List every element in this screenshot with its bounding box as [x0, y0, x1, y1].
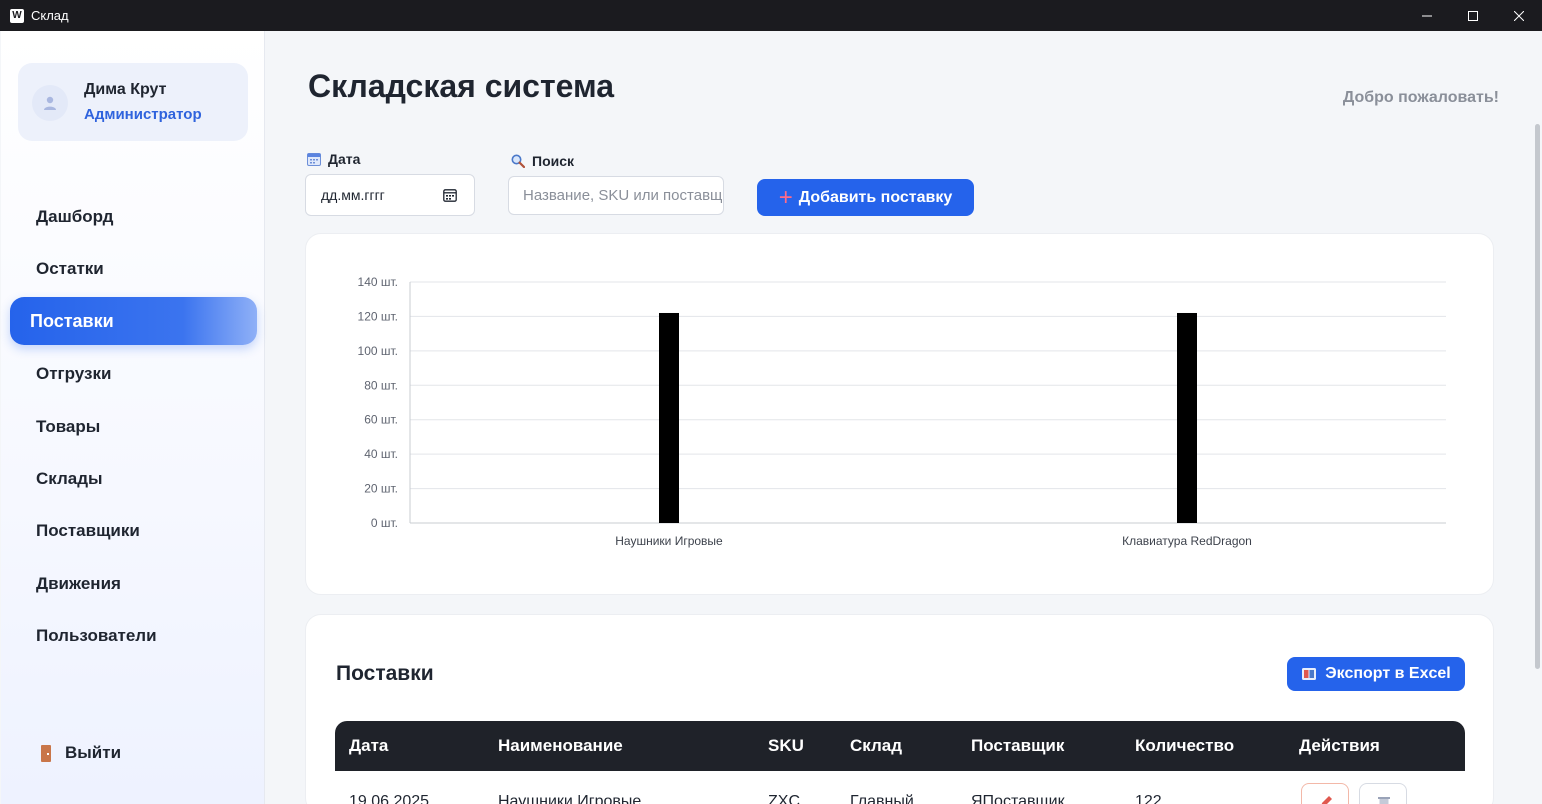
user-name: Дима Крут	[84, 81, 167, 98]
table-title: Поставки	[336, 662, 434, 685]
y-tick-label: 140 шт.	[358, 275, 398, 289]
pencil-icon	[1321, 796, 1332, 804]
date-placeholder: дд.мм.гггг	[321, 187, 385, 203]
column-header-actions: Действия	[1299, 736, 1380, 755]
cell-name: Наушники Игровые	[498, 793, 642, 804]
column-header-name[interactable]: Наименование	[498, 736, 623, 756]
deliveries-table-card: Поставки Экспорт в Excel Дата Наименован…	[305, 614, 1494, 804]
window-title: Склад	[31, 8, 69, 23]
search-label-text: Поиск	[532, 153, 575, 169]
y-tick-label: 120 шт.	[358, 309, 398, 323]
magnifier-icon	[511, 154, 525, 168]
logout-label: Выйти	[65, 743, 122, 762]
date-label-text: Дата	[328, 151, 361, 167]
export-excel-button[interactable]: Экспорт в Excel	[1287, 657, 1465, 691]
y-tick-label: 0 шт.	[371, 516, 398, 530]
bar	[659, 312, 679, 523]
sidebar: Дима Крут Администратор Дашборд Остатки …	[1, 31, 265, 804]
x-tick-label: Наушники Игровые	[615, 534, 723, 548]
search-label: Поиск	[511, 153, 574, 169]
column-header-warehouse[interactable]: Склад	[850, 736, 902, 756]
bar	[1177, 312, 1197, 523]
export-label: Экспорт в Excel	[1325, 665, 1451, 682]
app-icon: W	[10, 8, 24, 23]
sidebar-item-users[interactable]: Пользователи	[36, 626, 157, 646]
user-profile-card: Дима Крут Администратор	[18, 63, 248, 141]
date-field[interactable]: дд.мм.гггг	[305, 174, 475, 216]
sidebar-item-dashboard[interactable]: Дашборд	[36, 207, 113, 227]
search-input[interactable]	[508, 176, 724, 215]
deliveries-chart: 0 шт. 20 шт. 40 шт. 60 шт. 80 шт. 100 шт. 120 …	[358, 275, 1446, 548]
delete-button[interactable]	[1359, 783, 1407, 804]
maximize-icon	[1468, 10, 1478, 21]
trash-icon	[1378, 797, 1390, 804]
column-header-date[interactable]: Дата	[349, 736, 388, 756]
maximize-button[interactable]	[1450, 0, 1496, 31]
cell-quantity: 122	[1135, 793, 1162, 804]
user-role: Администратор	[84, 106, 202, 123]
column-header-supplier[interactable]: Поставщик	[971, 736, 1064, 756]
avatar	[32, 85, 68, 121]
column-header-sku[interactable]: SKU	[768, 736, 804, 756]
sidebar-item-suppliers[interactable]: Поставщики	[36, 521, 140, 541]
welcome-text: Добро пожаловать!	[1342, 89, 1499, 106]
add-delivery-label: Добавить поставку	[798, 188, 953, 206]
sidebar-item-shipments[interactable]: Отгрузки	[36, 364, 111, 384]
sidebar-item-stock[interactable]: Остатки	[36, 259, 104, 279]
page-title: Складская система	[308, 68, 615, 104]
sidebar-item-products[interactable]: Товары	[36, 417, 100, 437]
x-tick-label: Клавиатура RedDragon	[1122, 534, 1252, 548]
table-header: Дата Наименование SKU Склад Поставщик Ко…	[335, 721, 1465, 771]
sidebar-item-deliveries[interactable]: Поставки	[10, 297, 257, 345]
y-tick-label: 60 шт.	[364, 413, 398, 427]
door-icon	[41, 744, 51, 762]
sidebar-item-warehouses[interactable]: Склады	[36, 469, 103, 489]
y-tick-label: 80 шт.	[364, 378, 398, 392]
sidebar-item-movements[interactable]: Движения	[36, 574, 121, 594]
add-delivery-button[interactable]: + Добавить поставку	[757, 179, 974, 216]
window-titlebar: W Склад	[0, 0, 1542, 31]
minimize-icon	[1422, 15, 1432, 16]
y-tick-label: 20 шт.	[364, 482, 398, 496]
close-button[interactable]	[1496, 0, 1542, 31]
cell-date: 19.06.2025	[349, 793, 430, 804]
logout-button[interactable]: Выйти	[41, 743, 121, 763]
edit-button[interactable]	[1301, 783, 1349, 804]
deliveries-chart-card: 0 шт. 20 шт. 40 шт. 60 шт. 80 шт. 100 шт. 120 …	[305, 233, 1494, 595]
column-header-quantity[interactable]: Количество	[1135, 736, 1234, 756]
cell-warehouse: Главный	[850, 793, 914, 804]
window-controls	[1404, 0, 1542, 31]
calendar-picker-icon[interactable]	[443, 188, 457, 202]
y-tick-label: 40 шт.	[364, 447, 398, 461]
date-label: Дата	[307, 151, 360, 167]
cell-supplier: ЯПоставщик	[971, 793, 1065, 804]
sidebar-item-label: Поставки	[30, 311, 114, 331]
close-icon	[1514, 10, 1524, 21]
cell-sku: ZXC	[768, 793, 800, 804]
y-tick-label: 100 шт.	[358, 344, 398, 358]
calendar-icon	[307, 152, 321, 166]
plus-icon: +	[778, 183, 793, 211]
main-scrollbar[interactable]	[1535, 124, 1540, 669]
user-icon	[44, 96, 56, 110]
minimize-button[interactable]	[1404, 0, 1450, 31]
book-icon	[1301, 667, 1317, 681]
